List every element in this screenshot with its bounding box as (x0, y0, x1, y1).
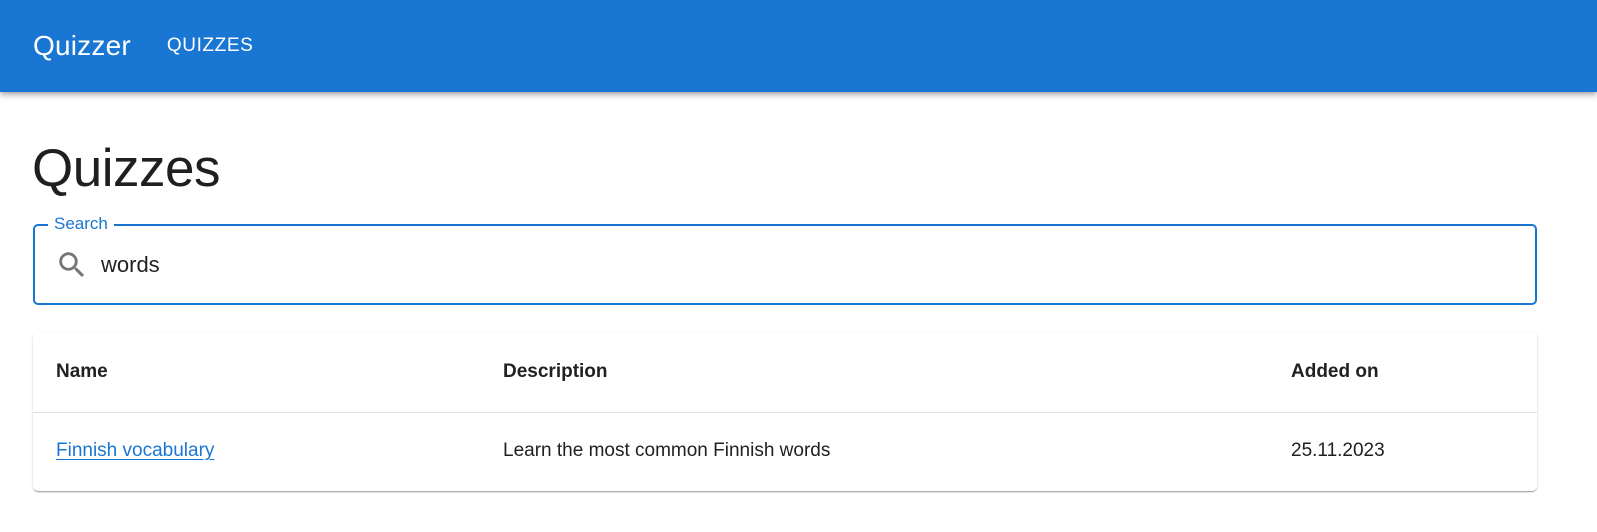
quiz-link[interactable]: Finnish vocabulary (56, 440, 214, 461)
search-icon (55, 248, 89, 282)
column-header-name[interactable]: Name (33, 332, 480, 413)
page-title: Quizzes (32, 139, 220, 198)
table-header-row: Name Description Added on (33, 332, 1537, 413)
search-input[interactable] (101, 244, 1501, 286)
column-header-added-on[interactable]: Added on (1268, 332, 1537, 413)
column-header-description[interactable]: Description (480, 332, 1268, 413)
app-bar: Quizzer QUIZZES (0, 0, 1597, 92)
table-row: Finnish vocabulary Learn the most common… (33, 412, 1537, 490)
cell-name: Finnish vocabulary (33, 412, 480, 490)
nav-link-quizzes[interactable]: QUIZZES (167, 35, 254, 57)
app-brand[interactable]: Quizzer (33, 30, 131, 62)
cell-added-on: 25.11.2023 (1291, 440, 1385, 462)
search-field[interactable]: Search (33, 214, 1537, 305)
search-label: Search (48, 214, 114, 234)
cell-description: Learn the most common Finnish words (503, 440, 831, 462)
quizzes-table: Name Description Added on Finnish vocabu… (33, 332, 1537, 491)
